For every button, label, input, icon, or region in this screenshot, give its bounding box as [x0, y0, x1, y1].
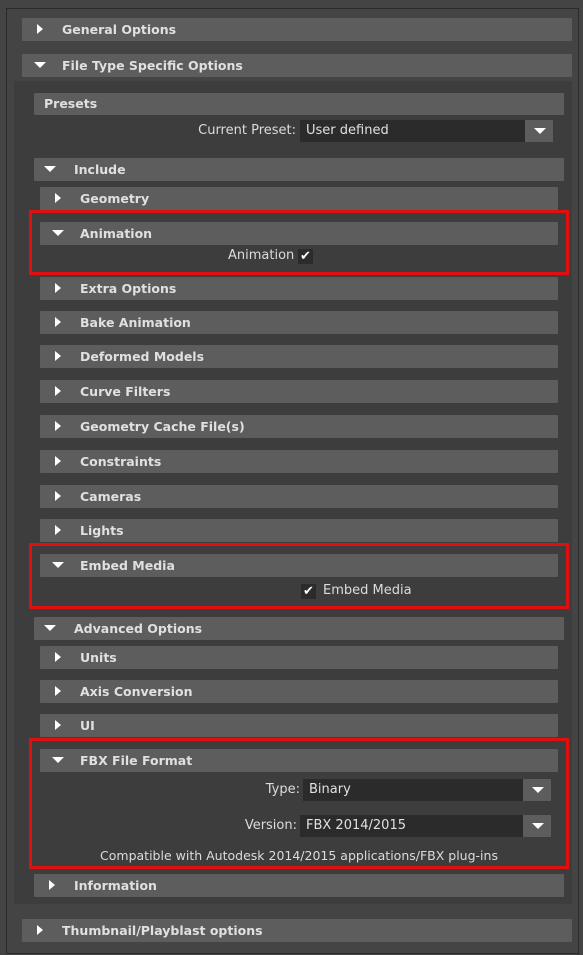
section-label: Cameras [80, 489, 142, 504]
section-thumbnail-playblast[interactable]: Thumbnail/Playblast options [22, 919, 572, 942]
section-label: Advanced Options [74, 621, 203, 636]
section-label: Bake Animation [80, 315, 191, 330]
expand-arrow-icon [55, 283, 61, 293]
section-embed-media[interactable]: Embed Media [40, 554, 558, 577]
section-fbx-file-format[interactable]: FBX File Format [40, 749, 558, 772]
expand-arrow-icon [55, 491, 61, 501]
type-value: Binary [309, 782, 351, 797]
section-extra-options[interactable]: Extra Options [40, 277, 558, 300]
collapse-arrow-icon [44, 166, 56, 172]
section-label: Units [80, 650, 117, 665]
section-label: Lights [80, 523, 124, 538]
animation-checkbox-label: Animation [228, 248, 295, 263]
type-dropdown[interactable]: Binary [303, 779, 551, 801]
expand-arrow-icon [55, 317, 61, 327]
embed-media-checkbox-label: Embed Media [323, 583, 412, 598]
animation-checkbox[interactable]: ✔ [298, 249, 313, 264]
expand-arrow-icon [37, 925, 43, 935]
expand-arrow-icon [37, 24, 43, 34]
section-label: FBX File Format [80, 753, 193, 768]
section-label: Extra Options [80, 281, 177, 296]
expand-arrow-icon [55, 652, 61, 662]
expand-arrow-icon [55, 386, 61, 396]
version-value: FBX 2014/2015 [306, 818, 406, 833]
presets-label: Presets [44, 96, 98, 111]
section-label: File Type Specific Options [62, 58, 243, 73]
section-label: Thumbnail/Playblast options [62, 923, 263, 938]
section-label: Axis Conversion [80, 684, 193, 699]
expand-arrow-icon [55, 421, 61, 431]
current-preset-value: User defined [306, 123, 389, 138]
compatibility-note: Compatible with Autodesk 2014/2015 appli… [100, 848, 498, 863]
section-label: Constraints [80, 454, 162, 469]
section-label: Geometry [80, 191, 150, 206]
presets-header: Presets [34, 93, 564, 115]
section-advanced-options[interactable]: Advanced Options [34, 617, 564, 640]
type-label: Type: [265, 782, 300, 797]
section-label: Animation [80, 226, 153, 241]
section-label: Deformed Models [80, 349, 205, 364]
dropdown-arrow-icon [525, 120, 553, 142]
expand-arrow-icon [55, 193, 61, 203]
section-file-type-specific[interactable]: File Type Specific Options [22, 54, 572, 77]
section-lights[interactable]: Lights [40, 519, 558, 542]
section-label: Embed Media [80, 558, 175, 573]
section-general-options[interactable]: General Options [22, 18, 572, 41]
collapse-arrow-icon [52, 562, 64, 568]
section-constraints[interactable]: Constraints [40, 450, 558, 473]
section-deformed-models[interactable]: Deformed Models [40, 345, 558, 368]
section-label: Include [74, 162, 126, 177]
current-preset-dropdown[interactable]: User defined [300, 120, 553, 142]
embed-media-checkbox[interactable]: ✔ [301, 584, 316, 599]
collapse-arrow-icon [52, 757, 64, 763]
expand-arrow-icon [55, 351, 61, 361]
section-include[interactable]: Include [34, 158, 564, 181]
section-label: UI [80, 718, 95, 733]
section-label: Information [74, 878, 157, 893]
section-ui[interactable]: UI [40, 714, 558, 737]
collapse-arrow-icon [34, 62, 46, 68]
section-geometry-cache[interactable]: Geometry Cache File(s) [40, 415, 558, 438]
current-preset-label: Current Preset: [198, 123, 296, 138]
section-axis-conversion[interactable]: Axis Conversion [40, 680, 558, 703]
dropdown-arrow-icon [523, 779, 551, 801]
expand-arrow-icon [49, 880, 55, 890]
expand-arrow-icon [55, 686, 61, 696]
collapse-arrow-icon [44, 625, 56, 631]
collapse-arrow-icon [52, 230, 64, 236]
section-units[interactable]: Units [40, 646, 558, 669]
expand-arrow-icon [55, 525, 61, 535]
version-label: Version: [244, 818, 297, 833]
expand-arrow-icon [55, 456, 61, 466]
section-label: Geometry Cache File(s) [80, 419, 245, 434]
section-animation[interactable]: Animation [40, 222, 558, 245]
section-information[interactable]: Information [34, 874, 564, 897]
section-geometry[interactable]: Geometry [40, 187, 558, 210]
section-bake-animation[interactable]: Bake Animation [40, 311, 558, 334]
section-label: Curve Filters [80, 384, 171, 399]
version-dropdown[interactable]: FBX 2014/2015 [300, 815, 551, 837]
section-label: General Options [62, 22, 177, 37]
section-cameras[interactable]: Cameras [40, 485, 558, 508]
expand-arrow-icon [55, 720, 61, 730]
section-curve-filters[interactable]: Curve Filters [40, 380, 558, 403]
dropdown-arrow-icon [523, 815, 551, 837]
